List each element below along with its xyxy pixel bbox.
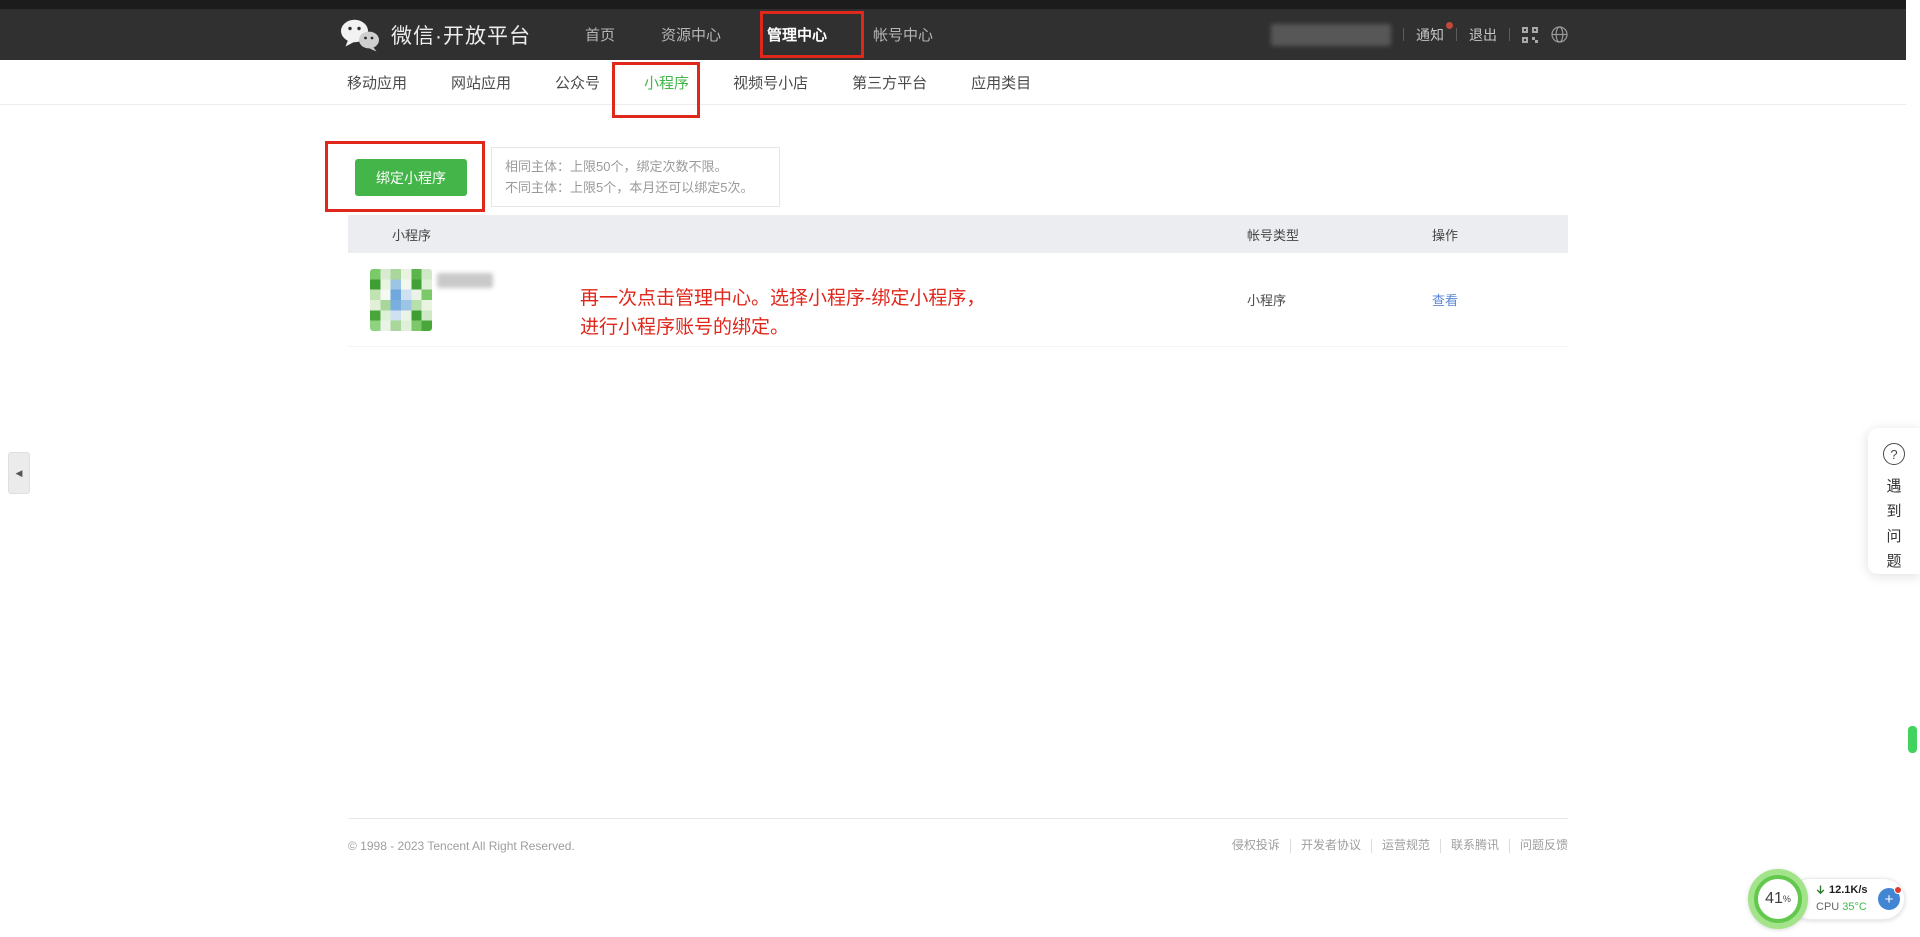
- download-arrow-icon: [1816, 885, 1825, 896]
- column-header-account-type: 帐号类型: [1247, 225, 1432, 244]
- bind-limits-note: 相同主体：上限50个，绑定次数不限。 不同主体：上限5个，本月还可以绑定5次。: [491, 147, 780, 207]
- cpu-usage-ring[interactable]: 41 %: [1748, 869, 1808, 929]
- page-footer: © 1998 - 2023 Tencent All Right Reserved…: [348, 818, 1568, 853]
- footer-link-contact-tencent[interactable]: 联系腾讯: [1441, 839, 1510, 853]
- notification-badge-dot: [1446, 22, 1453, 29]
- annotation-text: 再一次点击管理中心。选择小程序-绑定小程序， 进行小程序账号的绑定。: [580, 284, 985, 342]
- limit-line-2: 不同主体：上限5个，本月还可以绑定5次。: [505, 177, 766, 198]
- cpu-percent-value: 41: [1765, 890, 1783, 908]
- column-header-mini-program: 小程序: [348, 225, 1247, 244]
- system-monitor-widget: 41 % 12.1K/s CPU35°C +: [1748, 868, 1906, 930]
- tab-official-account[interactable]: 公众号: [555, 72, 600, 93]
- plus-icon: +: [1885, 891, 1894, 908]
- globe-language-icon[interactable]: [1551, 26, 1568, 43]
- app-name-blurred: [437, 273, 493, 288]
- app-icon-blurred: [370, 269, 432, 331]
- nav-item-account-center[interactable]: 帐号中心: [873, 24, 933, 45]
- footer-link-developer-agreement[interactable]: 开发者协议: [1291, 839, 1372, 853]
- wechat-logo-icon: [340, 18, 380, 52]
- window-top-strip: [0, 0, 1906, 9]
- divider: [1403, 28, 1404, 41]
- footer-link-feedback[interactable]: 问题反馈: [1510, 839, 1568, 853]
- divider: [1509, 28, 1510, 41]
- qrcode-icon[interactable]: [1522, 27, 1538, 43]
- help-text-char: 问: [1886, 524, 1901, 549]
- monitor-notification-dot: [1894, 886, 1902, 894]
- main-nav: 首页 资源中心 管理中心 帐号中心: [585, 24, 933, 45]
- cpu-label: CPU: [1816, 901, 1839, 913]
- username-blurred[interactable]: [1271, 24, 1391, 46]
- monitor-add-button[interactable]: +: [1878, 888, 1900, 910]
- tab-mini-program[interactable]: 小程序: [644, 72, 689, 93]
- limit-line-1: 相同主体：上限50个，绑定次数不限。: [505, 156, 766, 177]
- nav-item-resources[interactable]: 资源中心: [661, 24, 721, 45]
- notifications-label: 通知: [1416, 27, 1444, 43]
- view-link[interactable]: 查看: [1432, 293, 1458, 308]
- mini-program-table: 小程序 帐号类型 操作 再一次点击管理中心。选择小程序-绑定小程序， 进行小程序…: [348, 215, 1568, 347]
- bind-mini-program-button[interactable]: 绑定小程序: [355, 159, 467, 196]
- main-header: 微信·开放平台 首页 资源中心 管理中心 帐号中心 通知 退出: [0, 9, 1906, 60]
- cpu-temp-value: 35°C: [1842, 901, 1867, 913]
- tab-app-category[interactable]: 应用类目: [971, 72, 1031, 93]
- table-row: 再一次点击管理中心。选择小程序-绑定小程序， 进行小程序账号的绑定。 小程序 查…: [348, 253, 1568, 347]
- notifications-link[interactable]: 通知: [1416, 25, 1444, 45]
- column-header-action: 操作: [1432, 225, 1568, 244]
- account-type-value: 小程序: [1247, 290, 1432, 309]
- table-header-row: 小程序 帐号类型 操作: [348, 215, 1568, 253]
- annotation-text-line-2: 进行小程序账号的绑定。: [580, 313, 985, 342]
- sub-nav-tabbar: 移动应用 网站应用 公众号 小程序 视频号小店 第三方平台 应用类目: [0, 60, 1906, 105]
- help-text-char: 到: [1886, 499, 1901, 524]
- footer-link-infringement[interactable]: 侵权投诉: [1222, 839, 1291, 853]
- cpu-percent-unit: %: [1783, 894, 1791, 904]
- collapse-panel-button[interactable]: ◀: [8, 452, 30, 494]
- scrollbar-thumb[interactable]: [1908, 726, 1917, 753]
- nav-item-home[interactable]: 首页: [585, 24, 615, 45]
- brand-title: 微信·开放平台: [391, 20, 531, 50]
- help-text-char: 遇: [1886, 474, 1901, 499]
- question-mark-icon: ?: [1883, 443, 1905, 465]
- help-text-char: 题: [1886, 549, 1901, 574]
- divider: [1456, 28, 1457, 41]
- tab-third-party-platform[interactable]: 第三方平台: [852, 72, 927, 93]
- tab-channels-shop[interactable]: 视频号小店: [733, 72, 808, 93]
- logout-link[interactable]: 退出: [1469, 25, 1497, 45]
- copyright-text: © 1998 - 2023 Tencent All Right Reserved…: [348, 839, 575, 853]
- footer-link-operation-rules[interactable]: 运营规范: [1372, 839, 1441, 853]
- tab-mobile-app[interactable]: 移动应用: [347, 72, 407, 93]
- chevron-left-icon: ◀: [16, 468, 23, 479]
- net-speed-value: 12.1K/s: [1829, 882, 1868, 899]
- help-floating-widget[interactable]: ? 遇 到 问 题: [1868, 428, 1920, 574]
- brand[interactable]: 微信·开放平台: [340, 18, 531, 52]
- annotation-text-line-1: 再一次点击管理中心。选择小程序-绑定小程序，: [580, 284, 985, 313]
- nav-item-management-center[interactable]: 管理中心: [767, 24, 827, 45]
- tab-website-app[interactable]: 网站应用: [451, 72, 511, 93]
